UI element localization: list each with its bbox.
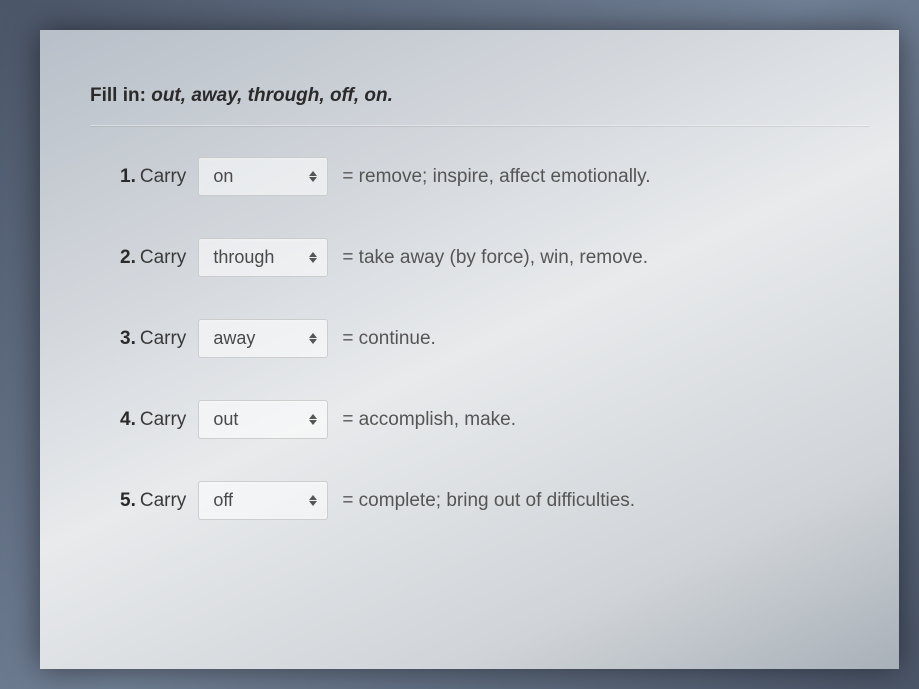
divider	[90, 125, 869, 127]
answer-dropdown[interactable]: out	[198, 400, 328, 439]
answer-dropdown[interactable]: away	[198, 319, 328, 358]
question-list: 1. Carry on = remove; inspire, affect em…	[90, 157, 869, 520]
dropdown-value: through	[213, 247, 274, 268]
definition-text: = accomplish, make.	[342, 409, 516, 431]
answer-dropdown[interactable]: off	[198, 481, 328, 520]
question-number: 3.	[120, 328, 136, 350]
instruction-prefix: Fill in:	[90, 85, 146, 106]
instruction-options: out, away, through, off, on.	[151, 85, 393, 106]
dropdown-value: away	[213, 328, 255, 349]
sort-icon	[309, 252, 317, 263]
question-row: 4. Carry out = accomplish, make.	[120, 400, 869, 439]
instruction-text: Fill in: out, away, through, off, on.	[90, 85, 869, 107]
dropdown-value: off	[213, 490, 233, 511]
question-number: 1.	[120, 166, 136, 188]
definition-text: = continue.	[342, 328, 436, 350]
question-stem: Carry	[140, 328, 186, 350]
question-row: 5. Carry off = complete; bring out of di…	[120, 481, 869, 520]
answer-dropdown[interactable]: on	[198, 157, 328, 196]
question-stem: Carry	[140, 247, 186, 269]
question-stem: Carry	[140, 166, 186, 188]
question-row: 1. Carry on = remove; inspire, affect em…	[120, 157, 869, 196]
question-stem: Carry	[140, 490, 186, 512]
question-number: 4.	[120, 409, 136, 431]
sort-icon	[309, 495, 317, 506]
definition-text: = complete; bring out of difficulties.	[342, 490, 635, 512]
definition-text: = remove; inspire, affect emotionally.	[342, 166, 650, 188]
sort-icon	[309, 414, 317, 425]
question-stem: Carry	[140, 409, 186, 431]
sort-icon	[309, 333, 317, 344]
definition-text: = take away (by force), win, remove.	[342, 247, 648, 269]
dropdown-value: out	[213, 409, 238, 430]
sort-icon	[309, 171, 317, 182]
answer-dropdown[interactable]: through	[198, 238, 328, 277]
question-number: 5.	[120, 490, 136, 512]
question-row: 3. Carry away = continue.	[120, 319, 869, 358]
dropdown-value: on	[213, 166, 233, 187]
question-row: 2. Carry through = take away (by force),…	[120, 238, 869, 277]
question-number: 2.	[120, 247, 136, 269]
exercise-page: Fill in: out, away, through, off, on. 1.…	[40, 30, 899, 669]
